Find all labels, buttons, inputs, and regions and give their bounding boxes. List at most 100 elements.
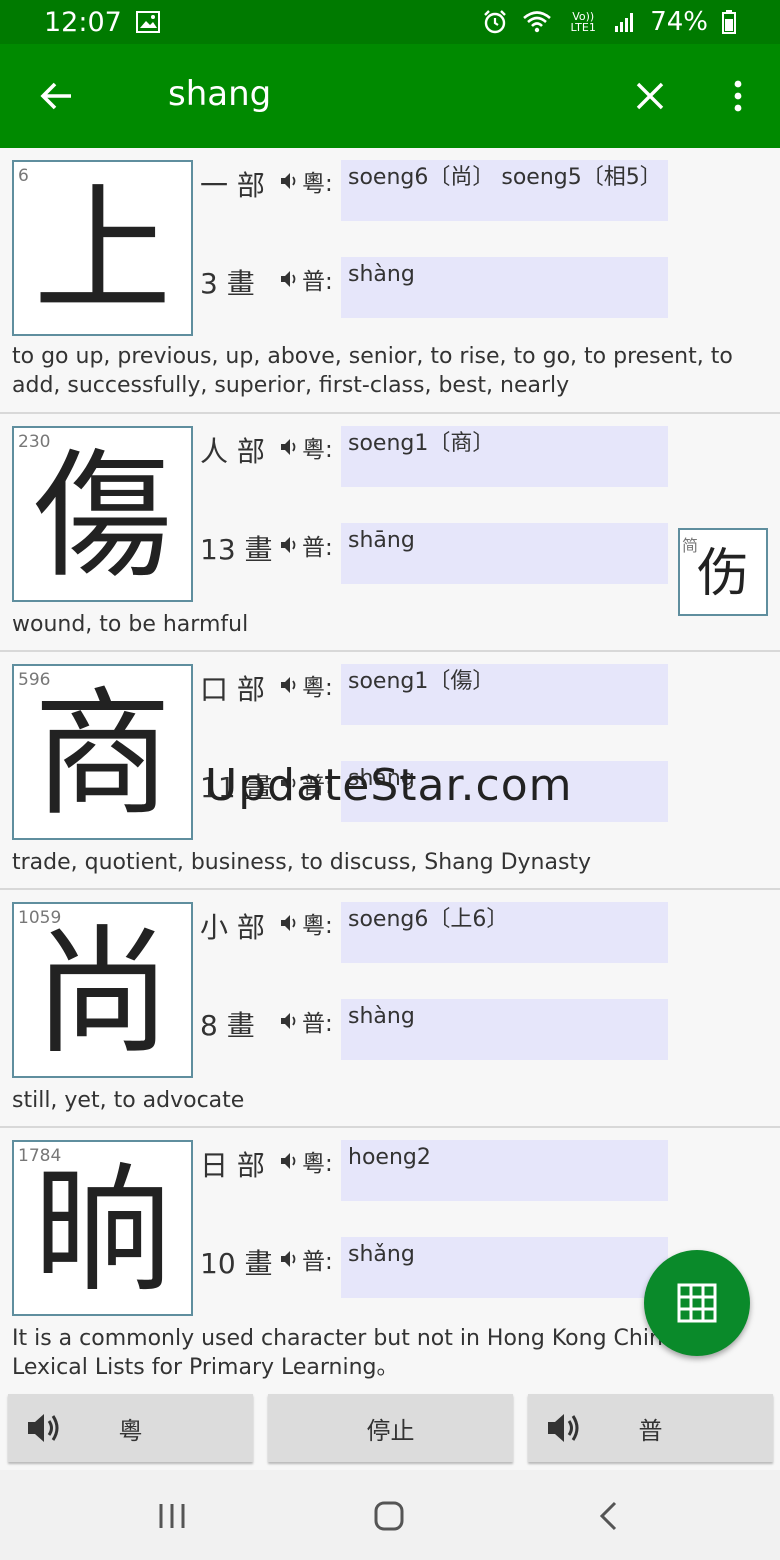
speaker-icon <box>281 915 296 931</box>
system-navigation-bar <box>0 1470 780 1560</box>
jyutping-box[interactable]: hoeng2 <box>341 1140 668 1201</box>
wifi-icon <box>523 11 552 33</box>
more-options-button[interactable] <box>712 68 764 124</box>
meaning-text: still, yet, to advocate <box>12 1088 245 1113</box>
arrow-back-icon <box>40 82 71 110</box>
mandarin-label: 普: <box>302 535 333 561</box>
watermark-text: UpdateStar.com <box>205 760 573 811</box>
status-bar: 12:07 Vo)) LTE1 74% <box>0 0 780 44</box>
list-item[interactable]: 1784 晌 日 部 10 畫 粵: hoeng2 普: shǎng It is… <box>0 1128 780 1390</box>
character-box[interactable]: 1784 晌 <box>12 1140 193 1316</box>
cantonese-label: 粵: <box>302 913 333 939</box>
simplified-character-box[interactable]: 简 伤 <box>678 528 768 616</box>
jyutping-box[interactable]: soeng6〔尚〕 soeng5〔相5〕 <box>341 160 668 221</box>
character-box[interactable]: 596 商 <box>12 664 193 840</box>
back-button[interactable] <box>28 68 84 124</box>
cantonese-label: 粵: <box>302 675 333 701</box>
mandarin-speak-button[interactable]: 普: <box>280 1004 333 1038</box>
character-glyph: 商 <box>33 674 172 835</box>
meaning-text: It is a commonly used character but not … <box>12 1326 702 1380</box>
battery-percent: 74% <box>650 7 708 37</box>
app-bar: shang <box>0 44 780 148</box>
clear-search-button[interactable] <box>622 68 678 124</box>
speaker-icon <box>281 537 296 553</box>
character-glyph: 傷 <box>33 436 172 597</box>
cantonese-speak-button[interactable]: 粵: <box>280 164 333 198</box>
cantonese-speak-button[interactable]: 粵: <box>280 906 333 940</box>
speak-cantonese-button[interactable]: 粵 <box>8 1394 253 1462</box>
bottom-button-bar: 粵 停止 普 <box>0 1390 780 1470</box>
home-icon <box>374 1501 404 1531</box>
radical-label: 小 部 <box>200 911 265 944</box>
battery-icon <box>722 10 736 34</box>
list-item[interactable]: 230 傷 人 部 13 畫 粵: soeng1〔商〕 普: shāng 简 伤… <box>0 414 780 652</box>
speaker-icon <box>281 1153 296 1169</box>
mandarin-speak-button[interactable]: 普: <box>280 1242 333 1276</box>
meaning-text: to go up, previous, up, above, senior, t… <box>12 344 733 398</box>
cantonese-speak-button[interactable]: 粵: <box>280 668 333 702</box>
list-item[interactable]: 1059 尚 小 部 8 畫 粵: soeng6〔上6〕 普: shàng st… <box>0 890 780 1128</box>
speaker-icon <box>281 677 296 693</box>
search-query[interactable]: shang <box>168 74 271 114</box>
meaning-text: wound, to be harmful <box>12 612 249 637</box>
cantonese-label: 粵: <box>302 437 333 463</box>
stroke-count: 10 畫 <box>200 1247 273 1280</box>
speaker-icon <box>281 1251 296 1267</box>
system-back-button[interactable] <box>578 1494 638 1538</box>
cantonese-speak-button[interactable]: 粵: <box>280 1144 333 1178</box>
signal-icon <box>615 13 634 32</box>
speak-cantonese-label: 粵 <box>118 1416 143 1445</box>
radical-label: 一 部 <box>200 169 265 202</box>
jyutping-box[interactable]: soeng1〔傷〕 <box>341 664 668 725</box>
mandarin-label: 普: <box>302 1249 333 1275</box>
simplified-glyph: 伤 <box>696 544 749 604</box>
speaker-icon <box>28 1414 59 1442</box>
radical-label: 口 部 <box>200 673 265 706</box>
stop-button[interactable]: 停止 <box>268 1394 513 1462</box>
mandarin-label: 普: <box>302 1011 333 1037</box>
recent-apps-button[interactable] <box>142 1494 202 1538</box>
character-glyph: 尚 <box>33 912 172 1073</box>
radical-label: 人 部 <box>200 435 265 468</box>
stroke-count: 13 畫 <box>200 533 273 566</box>
image-notification-icon <box>135 11 160 33</box>
chevron-left-icon <box>599 1501 617 1531</box>
jyutping-box[interactable]: soeng6〔上6〕 <box>341 902 668 963</box>
pinyin-box[interactable]: shǎng <box>341 1237 668 1298</box>
character-box[interactable]: 230 傷 <box>12 426 193 602</box>
network-label: Vo)) LTE1 <box>570 10 596 34</box>
close-icon <box>636 82 664 110</box>
cantonese-label: 粵: <box>302 1151 333 1177</box>
grid-icon <box>677 1283 717 1323</box>
meaning-text: trade, quotient, business, to discuss, S… <box>12 850 592 875</box>
home-button[interactable] <box>359 1494 419 1538</box>
status-time: 12:07 <box>44 6 122 38</box>
speaker-icon <box>281 173 296 189</box>
character-glyph: 晌 <box>33 1150 172 1311</box>
mandarin-label: 普: <box>302 269 333 295</box>
speaker-icon <box>548 1414 579 1442</box>
character-grid-button[interactable] <box>644 1250 750 1356</box>
more-vert-icon <box>734 80 742 112</box>
jyutping-box[interactable]: soeng1〔商〕 <box>341 426 668 487</box>
stroke-count: 8 畫 <box>200 1009 255 1042</box>
pinyin-box[interactable]: shàng <box>341 257 668 318</box>
speak-mandarin-button[interactable]: 普 <box>528 1394 773 1462</box>
mandarin-speak-button[interactable]: 普: <box>280 528 333 562</box>
speaker-icon <box>281 439 296 455</box>
pinyin-box[interactable]: shāng <box>341 523 668 584</box>
character-box[interactable]: 6 上 <box>12 160 193 336</box>
cantonese-label: 粵: <box>302 171 333 197</box>
character-box[interactable]: 1059 尚 <box>12 902 193 1078</box>
mandarin-speak-button[interactable]: 普: <box>280 262 333 296</box>
radical-label: 日 部 <box>200 1149 265 1182</box>
character-glyph: 上 <box>33 170 172 331</box>
recent-apps-icon <box>159 1504 185 1528</box>
cantonese-speak-button[interactable]: 粵: <box>280 430 333 464</box>
list-item[interactable]: 6 上 一 部 3 畫 粵: soeng6〔尚〕 soeng5〔相5〕 普: s… <box>0 148 780 414</box>
speaker-icon <box>281 1013 296 1029</box>
speaker-icon <box>281 271 296 287</box>
stop-label: 停止 <box>366 1416 415 1445</box>
pinyin-box[interactable]: shàng <box>341 999 668 1060</box>
stroke-count: 3 畫 <box>200 267 255 300</box>
